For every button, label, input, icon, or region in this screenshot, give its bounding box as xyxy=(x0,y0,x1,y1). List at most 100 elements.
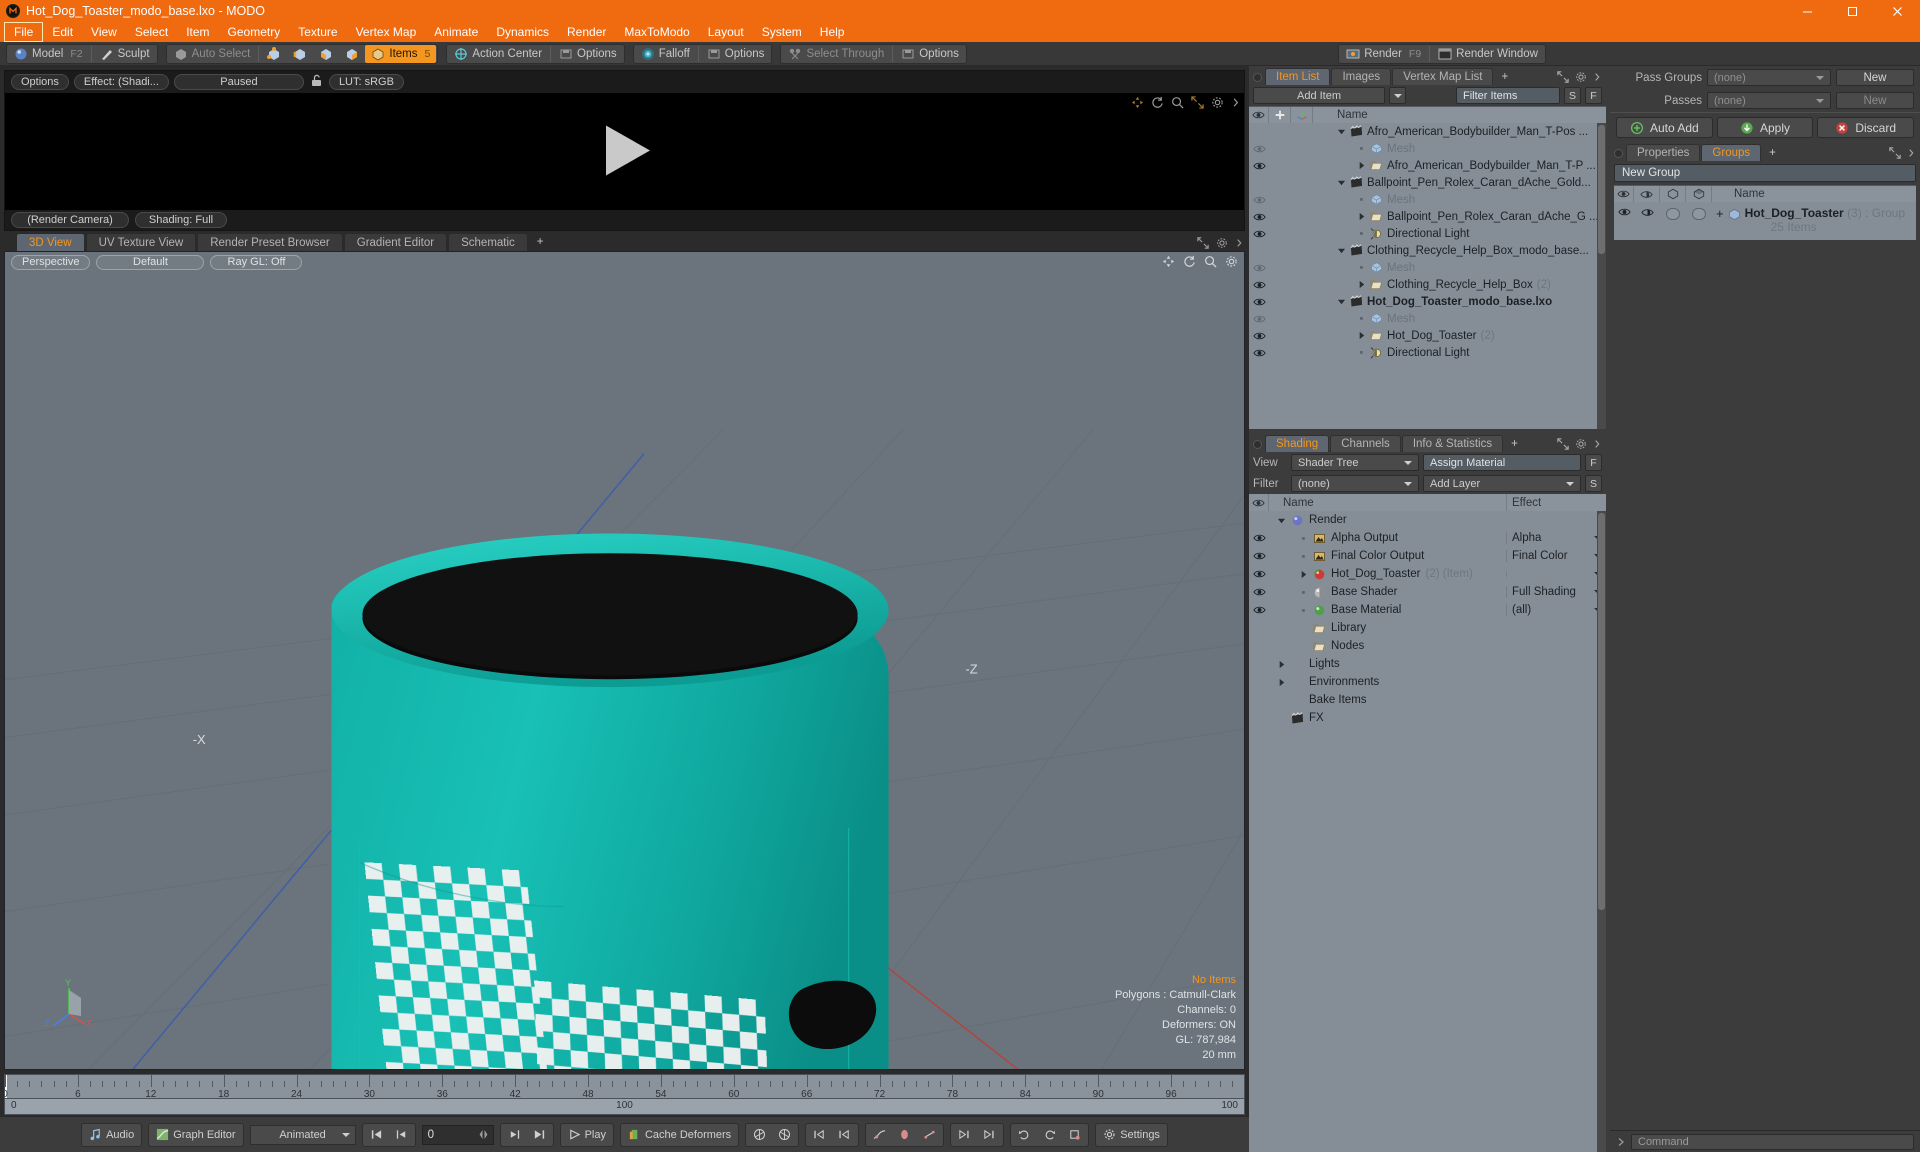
filter-items-input[interactable]: Filter Items xyxy=(1456,87,1560,104)
shading-row-effect[interactable]: Alpha xyxy=(1506,532,1606,544)
shading-row-visibility-toggle[interactable] xyxy=(1249,605,1269,615)
shading-tree-row[interactable]: FX xyxy=(1249,709,1606,727)
next-frame-button[interactable] xyxy=(503,1125,526,1145)
item-list-row[interactable]: Afro_American_Bodybuilder_Man_T-P ... xyxy=(1249,157,1606,174)
item-list-row[interactable]: Mesh xyxy=(1249,310,1606,327)
menu-item-system[interactable]: System xyxy=(753,22,811,42)
auto-key-button[interactable] xyxy=(748,1125,771,1145)
timeline-ruler[interactable]: 06121824303642485460667278849096 xyxy=(4,1074,1245,1099)
vertex-mode-button[interactable] xyxy=(261,45,287,63)
eye-icon[interactable] xyxy=(1253,314,1266,324)
sculpt-mode-button[interactable]: Sculpt xyxy=(94,45,156,63)
chevron-right-icon[interactable] xyxy=(1277,678,1286,687)
shading-tree-row[interactable]: Base Material(all) xyxy=(1249,601,1606,619)
eye-icon[interactable] xyxy=(1253,263,1266,273)
menu-item-maxtomodo[interactable]: MaxToModo xyxy=(615,22,698,42)
preview-lock-icon[interactable] xyxy=(309,73,324,91)
panel-menu-dot-icon[interactable] xyxy=(1253,73,1262,82)
item-list-row[interactable]: Directional Light xyxy=(1249,225,1606,242)
row-visibility-toggle[interactable] xyxy=(1249,195,1269,205)
items-mode-button[interactable]: Items 5 xyxy=(365,45,436,63)
passes-new-button[interactable]: New xyxy=(1836,92,1914,109)
item-list-row[interactable]: Directional Light xyxy=(1249,344,1606,361)
shading-filter-dropdown[interactable]: (none) xyxy=(1291,475,1419,492)
row-visibility-toggle[interactable] xyxy=(1249,280,1269,290)
menu-item-animate[interactable]: Animate xyxy=(425,22,487,42)
shading-row-effect[interactable] xyxy=(1506,571,1606,577)
key-ellipse-button[interactable] xyxy=(893,1125,916,1145)
shading-tree-row[interactable]: Base ShaderFull Shading xyxy=(1249,583,1606,601)
command-input[interactable]: Command xyxy=(1631,1134,1914,1150)
eye-icon[interactable] xyxy=(1253,280,1266,290)
minimize-button[interactable] xyxy=(1785,0,1830,22)
shading-tree-row[interactable]: Library xyxy=(1249,619,1606,637)
menu-item-dynamics[interactable]: Dynamics xyxy=(487,22,558,42)
shading-row-effect[interactable]: Final Color xyxy=(1506,550,1606,562)
group-visibility-toggle[interactable] xyxy=(1614,204,1634,217)
group-render-checkbox[interactable] xyxy=(1686,204,1712,220)
shader-tree-dropdown[interactable]: Shader Tree xyxy=(1291,454,1419,471)
assign-material-button[interactable]: Assign Material xyxy=(1423,454,1581,471)
eye-icon[interactable] xyxy=(1253,533,1266,543)
row-visibility-toggle[interactable] xyxy=(1249,331,1269,341)
go-to-start-button[interactable] xyxy=(365,1125,388,1145)
preview-effect-dropdown[interactable]: Effect: (Shadi... xyxy=(74,74,169,90)
go-to-end-button[interactable] xyxy=(528,1125,551,1145)
group-wire-checkbox[interactable] xyxy=(1660,204,1686,220)
tab-info-statistics[interactable]: Info & Statistics xyxy=(1402,435,1503,452)
shading-tree-row[interactable]: Bake Items xyxy=(1249,691,1606,709)
current-frame-field[interactable]: 0 xyxy=(422,1125,494,1145)
row-visibility-toggle[interactable] xyxy=(1249,229,1269,239)
groups-list-body[interactable]: + Hot_Dog_Toaster (3) : Group 25 Items xyxy=(1614,202,1916,240)
range-end-button[interactable] xyxy=(978,1125,1001,1145)
viewport-projection-dropdown[interactable]: Perspective xyxy=(11,255,90,270)
shading-tree-row[interactable]: Render xyxy=(1249,511,1606,529)
eye-icon[interactable] xyxy=(1253,587,1266,597)
filter-s-button[interactable]: S xyxy=(1564,87,1581,104)
shading-row-visibility-toggle[interactable] xyxy=(1249,533,1269,543)
row-visibility-toggle[interactable] xyxy=(1249,144,1269,154)
eye-icon[interactable] xyxy=(1253,212,1266,222)
shading-tree-row[interactable]: Alpha OutputAlpha xyxy=(1249,529,1606,547)
action-center-button[interactable]: Action Center xyxy=(448,45,548,63)
menu-item-geometry[interactable]: Geometry xyxy=(219,22,290,42)
chevron-right-icon[interactable] xyxy=(1277,660,1286,669)
menu-item-layout[interactable]: Layout xyxy=(699,22,753,42)
item-list-row[interactable]: Afro_American_Bodybuilder_Man_T-Pos ... xyxy=(1249,123,1606,140)
eye-icon[interactable] xyxy=(1253,569,1266,579)
group-shade-toggle[interactable] xyxy=(1634,204,1660,218)
chevron-right-icon[interactable] xyxy=(1357,212,1366,221)
row-visibility-toggle[interactable] xyxy=(1249,212,1269,222)
add-item-dropdown-button[interactable] xyxy=(1389,87,1406,104)
item-list-row[interactable]: Hot_Dog_Toaster(2) xyxy=(1249,327,1606,344)
shading-tree-row[interactable]: Environments xyxy=(1249,673,1606,691)
settings-button[interactable]: Settings xyxy=(1098,1125,1165,1145)
pass-groups-dropdown[interactable]: (none) xyxy=(1707,69,1831,86)
row-visibility-toggle[interactable] xyxy=(1249,314,1269,324)
shading-tree-row[interactable]: Hot_Dog_Toaster(2) (Item) xyxy=(1249,565,1606,583)
shading-row-effect[interactable]: (all) xyxy=(1506,604,1606,616)
tab-vertex-map-list[interactable]: Vertex Map List xyxy=(1392,68,1493,85)
polygon-mode-button[interactable] xyxy=(313,45,339,63)
cache-deformers-button[interactable]: Cache Deformers xyxy=(623,1125,736,1145)
shading-row-visibility-toggle[interactable] xyxy=(1249,587,1269,597)
item-list-row[interactable]: Clothing_Recycle_Help_Box_modo_base... xyxy=(1249,242,1606,259)
eye-icon[interactable] xyxy=(1253,551,1266,561)
cycle-button[interactable] xyxy=(1038,1125,1061,1145)
shading-s-button[interactable]: S xyxy=(1585,475,1602,492)
eye-icon[interactable] xyxy=(1253,297,1266,307)
viewport-preset-dropdown[interactable]: Default xyxy=(96,255,204,270)
chevron-right-icon[interactable] xyxy=(1357,331,1366,340)
previous-frame-button[interactable] xyxy=(390,1125,413,1145)
chevron-right-icon[interactable] xyxy=(1357,161,1366,170)
render-camera-dropdown[interactable]: (Render Camera) xyxy=(11,212,129,228)
render-window-button[interactable]: Render Window xyxy=(1432,45,1544,63)
filter-f-button[interactable]: F xyxy=(1585,87,1602,104)
edge-mode-button[interactable] xyxy=(287,45,313,63)
chevron-down-icon[interactable] xyxy=(1337,297,1346,306)
item-list-row[interactable]: Mesh xyxy=(1249,191,1606,208)
shading-add-tab-button[interactable]: + xyxy=(1504,435,1525,452)
item-list-body[interactable]: Afro_American_Bodybuilder_Man_T-Pos ... M… xyxy=(1249,123,1606,429)
select-through-button[interactable]: Select Through xyxy=(782,45,890,63)
timeline-range-bar[interactable]: 0 100 100 xyxy=(4,1099,1245,1115)
